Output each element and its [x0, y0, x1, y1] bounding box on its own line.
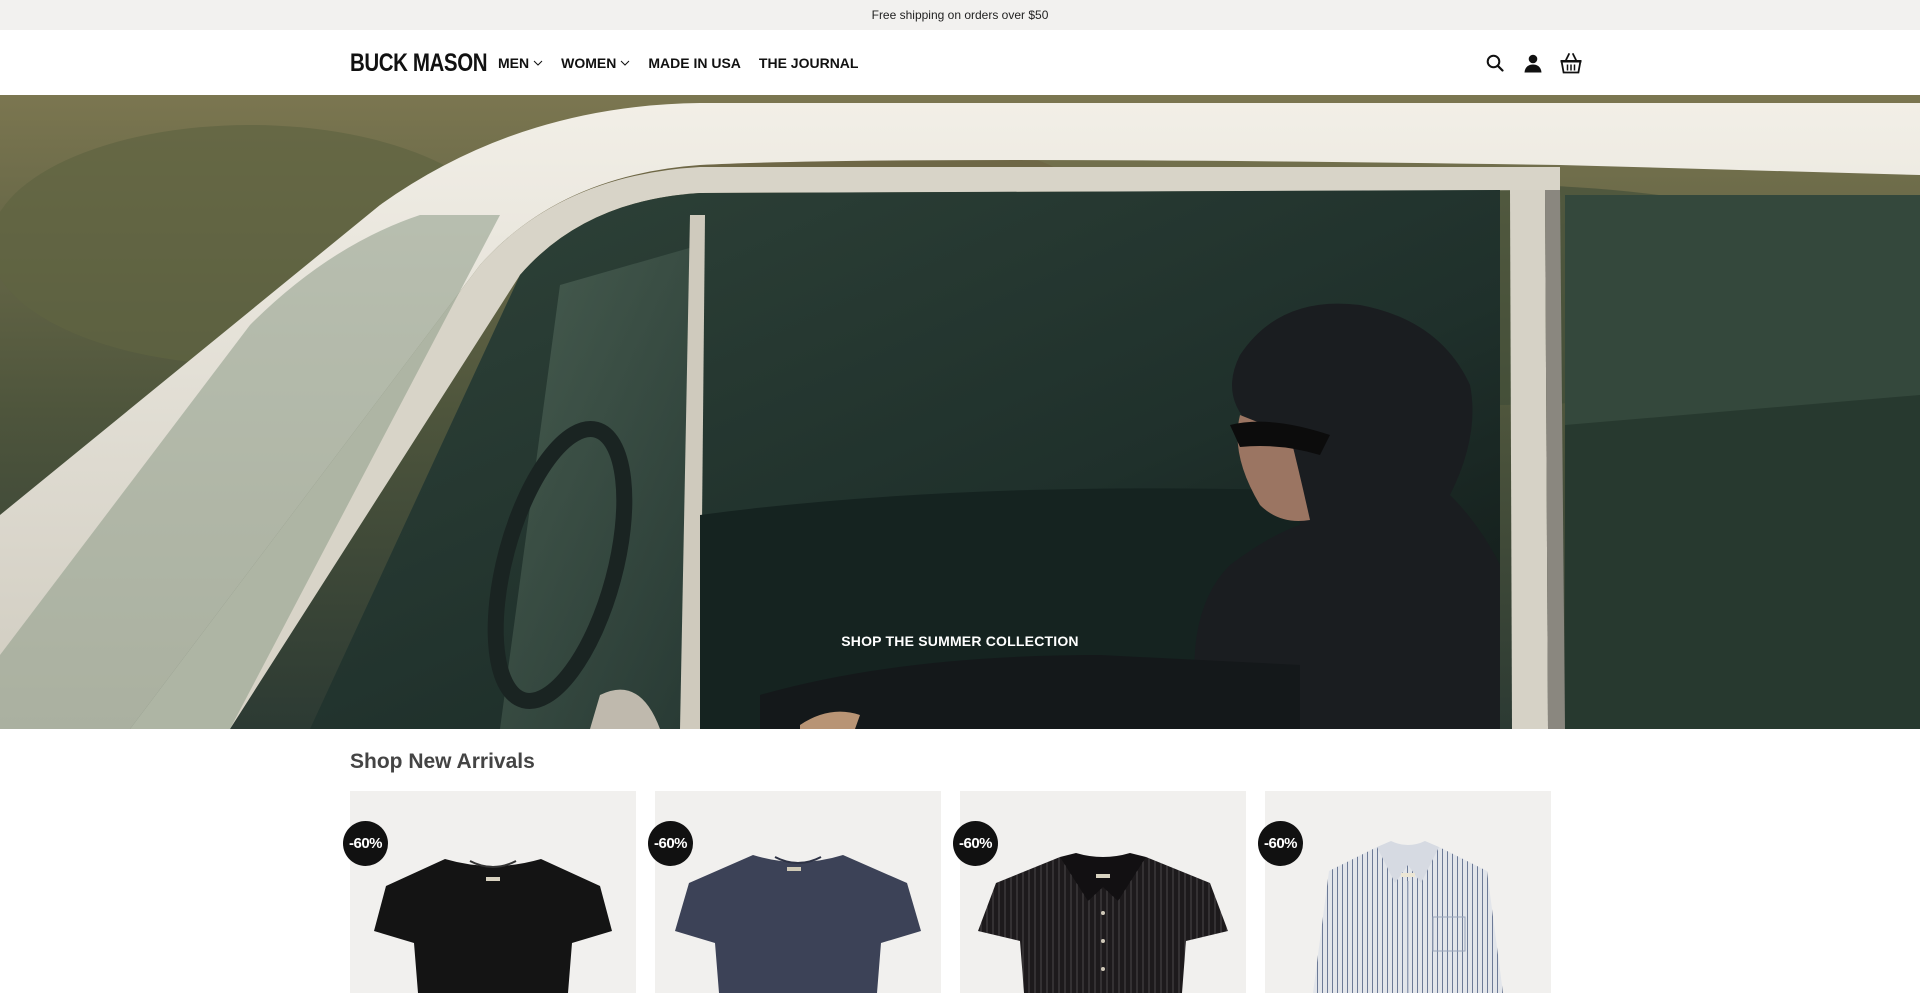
- product-card[interactable]: -60%: [953, 791, 1246, 993]
- discount-label: -60%: [348, 835, 383, 852]
- product-card[interactable]: -60%: [343, 791, 636, 993]
- chevron-down-icon: [533, 60, 543, 66]
- product-image-camp-shirt: [978, 853, 1228, 993]
- discount-badge: -60%: [1258, 821, 1303, 866]
- discount-badge: -60%: [648, 821, 693, 866]
- nav-item-label: MEN: [498, 54, 530, 71]
- discount-badge: -60%: [343, 821, 388, 866]
- brand-logo[interactable]: BUCK MASON: [350, 49, 488, 78]
- product-image-oxford-shirt: [1313, 841, 1503, 993]
- chevron-down-icon: [620, 60, 630, 66]
- cart-button[interactable]: [1558, 50, 1584, 76]
- product-image-navy-tee: [675, 855, 921, 993]
- section-title: Shop New Arrivals: [350, 750, 535, 773]
- product-image-black-tee: [374, 859, 612, 993]
- main-nav: MEN WOMEN MADE IN USA THE JOURNAL: [498, 30, 876, 95]
- search-button[interactable]: [1482, 50, 1508, 76]
- discount-label: -60%: [653, 835, 688, 852]
- nav-item-men[interactable]: MEN: [498, 55, 543, 71]
- hero-cta-link[interactable]: SHOP THE SUMMER COLLECTION: [0, 633, 1920, 649]
- account-button[interactable]: [1520, 50, 1546, 76]
- discount-label: -60%: [958, 835, 993, 852]
- site-header: BUCK MASON MEN WOMEN MADE IN USA THE JOU…: [0, 30, 1920, 95]
- nav-item-made-in-usa[interactable]: MADE IN USA: [648, 55, 741, 71]
- nav-item-label: THE JOURNAL: [758, 54, 859, 71]
- search-icon: [1486, 54, 1504, 72]
- hero-cta-label: SHOP THE SUMMER COLLECTION: [841, 633, 1079, 649]
- header-actions: [1470, 30, 1584, 95]
- account-icon: [1524, 54, 1542, 72]
- nav-item-label: WOMEN: [561, 54, 617, 71]
- nav-item-women[interactable]: WOMEN: [561, 55, 630, 71]
- discount-badge: -60%: [953, 821, 998, 866]
- announcement-text: Free shipping on orders over $50: [871, 8, 1049, 22]
- discount-label: -60%: [1263, 835, 1298, 852]
- announcement-bar: Free shipping on orders over $50: [0, 0, 1920, 30]
- product-card[interactable]: -60%: [648, 791, 941, 993]
- hero-banner[interactable]: SHOP THE SUMMER COLLECTION: [0, 95, 1920, 729]
- nav-item-label: MADE IN USA: [648, 54, 741, 71]
- cart-icon: [1560, 52, 1582, 73]
- product-card[interactable]: -60%: [1258, 791, 1551, 993]
- nav-item-the-journal[interactable]: THE JOURNAL: [759, 55, 859, 71]
- product-grid: -60% -60% -60% -60%: [343, 791, 1551, 993]
